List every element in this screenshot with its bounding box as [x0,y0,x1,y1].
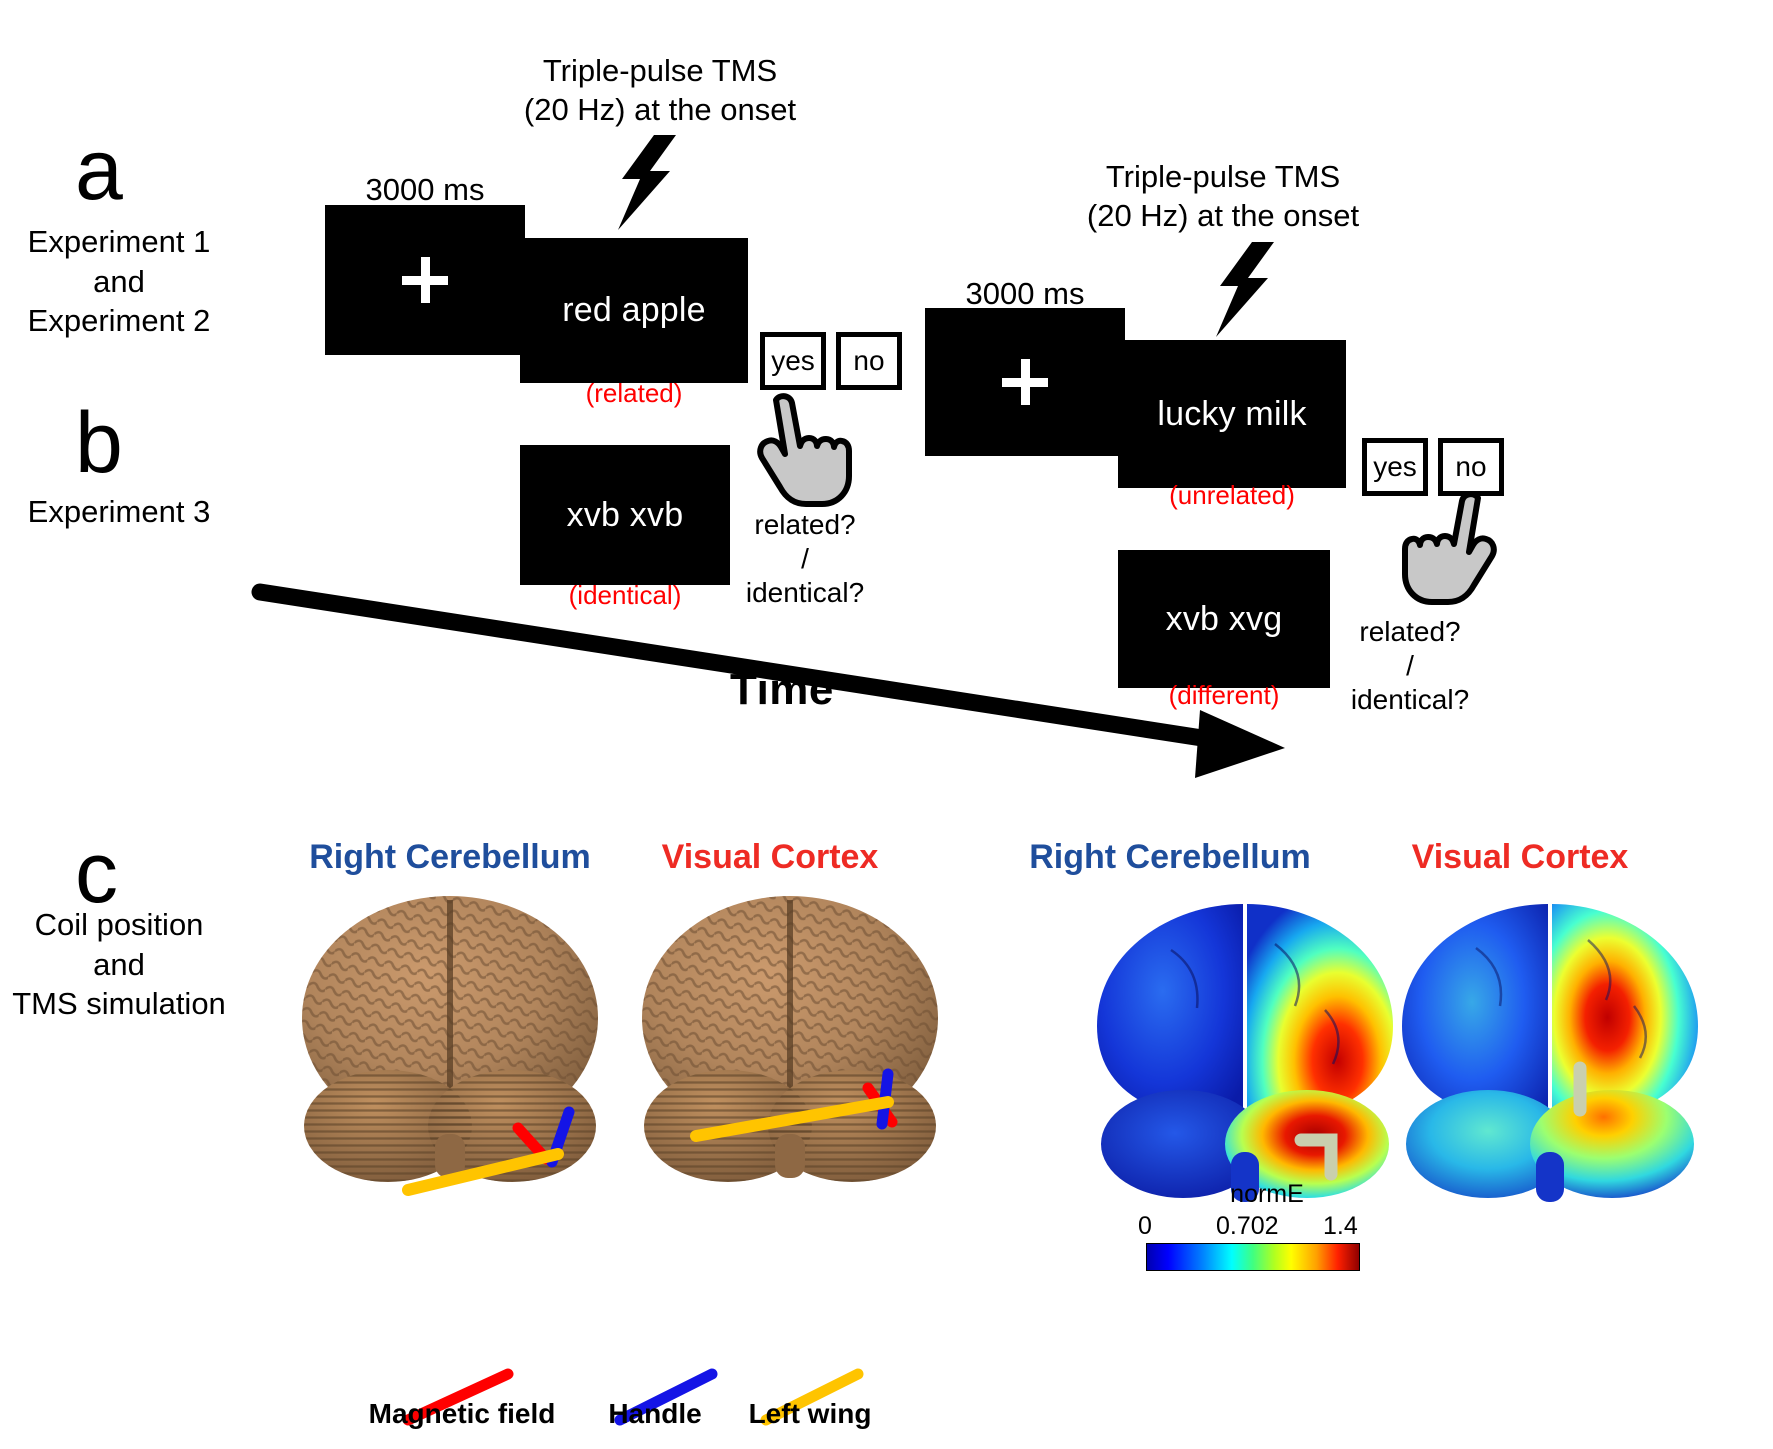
word-stimulus-screen-right: lucky milk [1118,340,1346,488]
fixation-duration-left: 3000 ms [365,172,485,207]
brain-normE-visual-cortex [1402,904,1698,1202]
response-button-no-left[interactable]: no [836,332,902,390]
lightning-bolt-icon [618,135,676,230]
brain-normE-right-cerebellum [1097,904,1393,1202]
brain-title-3: Right Cerebellum [1029,838,1311,876]
colorbar-tick-max: 1.4 [1323,1212,1358,1240]
word-condition-right: (unrelated) [1169,480,1295,510]
response-button-yes-right[interactable]: yes [1362,438,1428,496]
brain-title-4: Visual Cortex [1411,838,1629,876]
panel-a-caption: Experiment 1 and Experiment 2 [27,224,211,339]
fixation-duration-right: 3000 ms [965,276,1085,311]
fixation-cross-icon [402,257,448,303]
fixation-cross-icon [1002,359,1048,405]
response-button-yes-left[interactable]: yes [760,332,826,390]
legend-label-magnetic-field: Magnetic field [368,1398,556,1429]
tms-note-left: Triple-pulse TMS (20 Hz) at the onset [523,53,797,127]
lightning-bolt-icon [1216,242,1274,337]
response-button-no-right[interactable]: no [1438,438,1504,496]
panel-letter-a: a [75,122,123,218]
brain-anatomical-right-cerebellum [302,896,598,1196]
colorbar-tick-mid: 0.702 [1216,1212,1279,1240]
colorbar-gradient [1146,1243,1360,1271]
response-question-right: related? / identical? [1350,616,1470,716]
pointing-hand-icon [757,393,852,507]
panel-b-caption: Experiment 3 [27,494,211,529]
brain-title-2: Visual Cortex [661,838,879,876]
brain-title-1: Right Cerebellum [309,838,591,876]
word-stimulus-screen-left: red apple [520,238,748,383]
panel-c-caption: Coil position and TMS simulation [12,907,226,1022]
panel-letter-c: c [75,825,118,921]
pointing-hand-icon [1402,491,1497,605]
fixation-screen-right [925,308,1125,456]
panel-letter-b: b [75,395,123,491]
colorbar-tick-min: 0 [1138,1212,1152,1240]
legend-label-left-wing: Left wing [748,1398,872,1429]
word-condition-left: (related) [585,378,683,408]
colorbar-title: normE [1230,1180,1304,1208]
fixation-screen-left [325,205,525,355]
time-axis-label: Time [730,665,834,714]
brain-anatomical-visual-cortex [642,896,938,1182]
tms-note-right: Triple-pulse TMS (20 Hz) at the onset [1086,159,1360,233]
nonword-stimulus-screen-left: xvb xvb [520,445,730,585]
figure-root: a Experiment 1 and Experiment 2 b Experi… [0,0,1773,1449]
